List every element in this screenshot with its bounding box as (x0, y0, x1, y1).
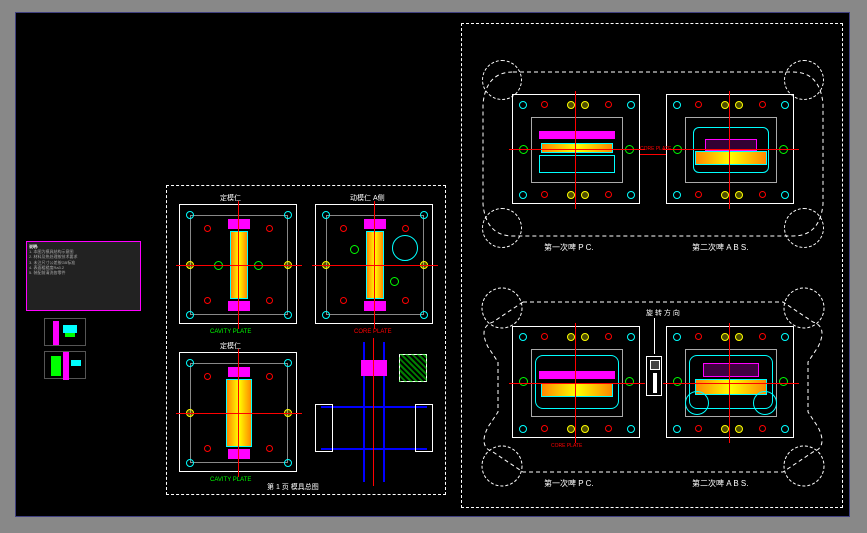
row1-link: CORE PLATE (640, 146, 671, 152)
drawing-canvas[interactable]: 说明: 1. 本图为模具结构示意图 2. 材料及热处理按技术要求 3. 未注尺寸… (15, 12, 850, 517)
sheet-2: CORE PLATE 第一次啤 P C. 第二次啤 A B S. (461, 23, 843, 508)
mini-view-2 (44, 351, 86, 379)
row2-link: CORE PLATE (551, 443, 582, 449)
row2-right-insert (666, 326, 794, 438)
row2-left-caption: 第一次啤 P C. (544, 478, 594, 489)
row1-left-caption: 第一次啤 P C. (544, 242, 594, 253)
row1-right-insert (666, 94, 794, 204)
row1-machine: CORE PLATE 第一次啤 P C. 第二次啤 A B S. (478, 54, 828, 254)
view-tl: 定模仁 CAVITY PLATE (179, 204, 297, 324)
view-br (315, 342, 433, 482)
center-knob (646, 356, 662, 396)
view-tr-cap: CORE PLATE (354, 329, 392, 335)
row1-left-insert (512, 94, 640, 204)
row1-right-caption: 第二次啤 A B S. (692, 242, 748, 253)
view-tr: 动模仁 A侧 CORE PLATE (315, 204, 433, 324)
row2-right-caption: 第二次啤 A B S. (692, 478, 748, 489)
view-bl: 定模仁 CAVITY PLATE (179, 352, 297, 472)
arrow-label: 旋 转 方 向 (646, 308, 680, 318)
row2-left-insert: CORE PLATE (512, 326, 640, 438)
notes-body: 1. 本图为模具结构示意图 2. 材料及热处理按技术要求 3. 未注尺寸公差按G… (29, 249, 77, 275)
notes-block: 说明: 1. 本图为模具结构示意图 2. 材料及热处理按技术要求 3. 未注尺寸… (26, 241, 141, 311)
row2-machine: CORE PLATE (478, 282, 828, 492)
view-tl-cap: CAVITY PLATE (210, 329, 251, 335)
view-tr-title: 动模仁 A侧 (350, 193, 385, 203)
view-bl-cap: CAVITY PLATE (210, 477, 251, 483)
sheet1-footer: 第 1 页 模具总图 (267, 482, 319, 492)
mini-view-1 (44, 318, 86, 346)
sheet-1: 定模仁 CAVITY PLATE 动模仁 A侧 (166, 185, 446, 495)
